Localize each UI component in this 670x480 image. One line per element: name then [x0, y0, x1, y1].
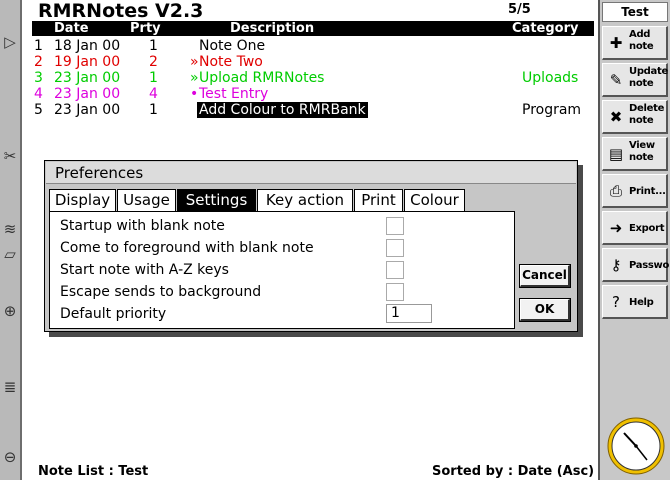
update-note-icon: ✎ [609, 71, 623, 89]
printer-icon: ⎙ [609, 182, 622, 200]
default-priority-field[interactable]: 1 [386, 304, 432, 323]
help-button[interactable]: ? Help [602, 285, 668, 319]
key-button[interactable]: ⚷ Passwo [602, 248, 670, 282]
note-row[interactable]: 4 23 Jan 00 4 • Test Entry [32, 86, 594, 102]
column-header-date[interactable]: Date [54, 21, 89, 36]
option-label-foreground-blank: Come to foreground with blank note [60, 240, 314, 256]
button-label: Export [629, 223, 665, 234]
page-count: 5/5 [508, 2, 531, 17]
note-number: 3 [34, 70, 43, 86]
view-note-button[interactable]: ▤ View note [602, 137, 668, 171]
note-number: 1 [34, 38, 43, 54]
ok-button[interactable]: OK [519, 298, 571, 322]
checkbox-startup-blank[interactable] [386, 217, 404, 235]
note-date: 23 Jan 00 [54, 86, 121, 102]
tab-settings[interactable]: Settings [177, 189, 256, 211]
button-label: note [629, 78, 654, 89]
button-label: Help [629, 297, 654, 308]
tab-key-action[interactable]: Key action [257, 189, 353, 211]
export-icon: ➜ [609, 219, 623, 237]
tab-usage[interactable]: Usage [117, 189, 176, 211]
note-description: Note Two [199, 54, 263, 70]
button-label: View [629, 140, 655, 151]
key-icon: ⚷ [610, 256, 622, 274]
left-system-bar: ▷ ✂ ≋ ▱ ⊕ ≣ ⊖ [0, 0, 22, 480]
add-note-button[interactable]: ✚ Add note [602, 26, 668, 60]
note-date: 19 Jan 00 [54, 54, 121, 70]
scissors-icon[interactable]: ✂ [1, 147, 19, 165]
delete-note-button[interactable]: ✖ Delete note [602, 100, 668, 134]
button-label: note [629, 41, 654, 52]
tab-colour[interactable]: Colour [404, 189, 465, 211]
note-priority: 2 [149, 54, 158, 70]
command-sidebar: Test ✚ Add note ✎ Update note ✖ Delete note ▤ View… [598, 0, 670, 480]
zoom-in-icon[interactable]: ⊕ [1, 302, 19, 320]
checkbox-foreground-blank[interactable] [386, 239, 404, 257]
dialog-title[interactable]: Preferences [46, 162, 576, 184]
menu-arrow-icon[interactable]: ▷ [1, 33, 19, 51]
button-label: Update [629, 66, 668, 77]
column-header-bar: Date Prty Description Category [32, 21, 594, 36]
note-description: Note One [199, 38, 266, 54]
note-number: 2 [34, 54, 43, 70]
delete-note-icon: ✖ [609, 108, 623, 126]
status-sort-order: Sorted by : Date (Asc) [432, 464, 595, 479]
button-label: Print... [629, 186, 666, 197]
note-priority: 4 [149, 86, 158, 102]
note-date: 18 Jan 00 [54, 38, 121, 54]
note-priority: 1 [149, 102, 158, 118]
status-note-list: Note List : Test [38, 464, 149, 479]
note-row[interactable]: 5 23 Jan 00 1 Add Colour to RMRBank Program [32, 102, 594, 118]
note-number: 4 [34, 86, 43, 102]
export-button[interactable]: ➜ Export [602, 211, 668, 245]
button-label: note [629, 115, 654, 126]
tab-display[interactable]: Display [49, 189, 116, 211]
button-label: Passwo [629, 260, 670, 271]
note-description: Upload RMRNotes [199, 70, 325, 86]
option-label-az-keys: Start note with A-Z keys [60, 262, 229, 278]
printer-button[interactable]: ⎙ Print... [602, 174, 668, 208]
option-label-startup-blank: Startup with blank note [60, 218, 225, 234]
clock-icon[interactable] [606, 416, 666, 476]
sidebar-title: Test [602, 2, 668, 22]
help-icon: ? [612, 293, 620, 311]
note-description: Add Colour to RMRBank [197, 102, 368, 118]
note-date: 23 Jan 00 [54, 102, 121, 118]
preferences-dialog: Preferences Display Usage Settings Key acti… [44, 160, 578, 332]
app-title: RMRNotes V2.3 [38, 0, 204, 22]
infrared-icon[interactable]: ≋ [1, 220, 19, 238]
update-note-button[interactable]: ✎ Update note [602, 63, 668, 97]
add-note-icon: ✚ [609, 34, 623, 52]
note-number: 5 [34, 102, 43, 118]
note-priority: 1 [149, 70, 158, 86]
link-icon[interactable]: ▱ [1, 245, 19, 263]
option-label-escape-background: Escape sends to background [60, 284, 262, 300]
column-header-description[interactable]: Description [230, 21, 314, 36]
checkbox-escape-background[interactable] [386, 283, 404, 301]
column-header-prty[interactable]: Prty [130, 21, 161, 36]
note-description: Test Entry [199, 86, 269, 102]
button-label: Delete [629, 103, 665, 114]
note-date: 23 Jan 00 [54, 70, 121, 86]
cancel-button[interactable]: Cancel [519, 264, 571, 288]
tab-print[interactable]: Print [354, 189, 403, 211]
checkbox-az-keys[interactable] [386, 261, 404, 279]
note-category: Program [522, 102, 582, 118]
note-priority: 1 [149, 38, 158, 54]
note-row[interactable]: 2 19 Jan 00 2» Note Two [32, 54, 594, 70]
note-row[interactable]: 3 23 Jan 00 1» Upload RMRNotes Uploads [32, 70, 594, 86]
column-header-category[interactable]: Category [512, 21, 578, 36]
note-row[interactable]: 1 18 Jan 00 1 Note One [32, 38, 594, 54]
zoom-out-icon[interactable]: ⊖ [1, 448, 19, 466]
button-label: Add [629, 29, 651, 40]
ruler-icon[interactable]: ≣ [1, 378, 19, 396]
button-label: note [629, 152, 654, 163]
view-note-icon: ▤ [608, 145, 624, 163]
note-category: Uploads [522, 70, 579, 86]
settings-tab-panel: Startup with blank note Come to foregrou… [49, 211, 515, 329]
default-priority-label: Default priority [60, 306, 167, 322]
